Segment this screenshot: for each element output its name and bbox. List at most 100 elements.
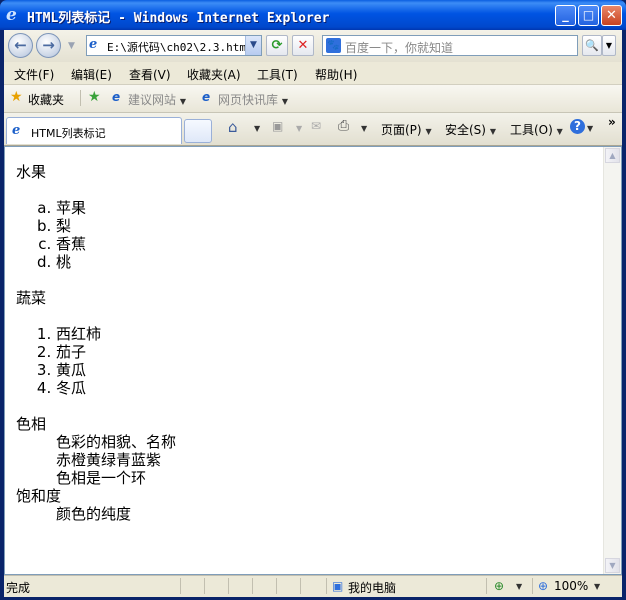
- tools-menu[interactable]: 工具(O) ▼: [510, 121, 563, 138]
- separator: [252, 578, 253, 594]
- definition-desc: 色相是一个环: [56, 469, 147, 487]
- separator: [486, 578, 487, 594]
- rendered-page: 水果 苹果 梨 香蕉 桃 蔬菜 西红柿 茄子 黄瓜 冬瓜 色相 色彩的相貌、名称: [16, 163, 596, 523]
- computer-icon: ▣: [332, 579, 344, 593]
- mail-icon[interactable]: ✉: [311, 119, 321, 133]
- url-field[interactable]: e E:\源代码\ch02\2.3.html ▼: [86, 35, 262, 56]
- zoom-level[interactable]: 100%: [554, 579, 588, 593]
- print-dropdown-icon[interactable]: ▼: [361, 124, 367, 133]
- stop-button[interactable]: ✕: [292, 35, 314, 56]
- definition-desc: 色彩的相貌、名称: [56, 433, 177, 451]
- definition-term: 饱和度: [16, 487, 62, 505]
- tab-bar: e HTML列表标记 ⌂ ▼ ▣ ▼ ✉ ⎙ ▼ 页面(P) ▼ 安全(S) ▼…: [4, 113, 622, 146]
- new-tab-button[interactable]: [184, 119, 212, 143]
- print-icon[interactable]: ⎙: [338, 118, 349, 134]
- home-dropdown-icon[interactable]: ▼: [254, 124, 260, 133]
- search-placeholder: 百度一下，你就知道: [345, 41, 454, 55]
- forward-button[interactable]: →: [36, 33, 61, 58]
- separator: [180, 578, 181, 594]
- ie-window: e HTML列表标记 - Windows Internet Explorer _…: [0, 0, 626, 600]
- list-item: 西红柿: [56, 325, 596, 343]
- separator: [228, 578, 229, 594]
- close-button[interactable]: ✕: [601, 5, 622, 26]
- vertical-scrollbar[interactable]: ▲ ▼: [603, 147, 621, 574]
- chevron-down-icon: ▼: [281, 97, 288, 106]
- safety-menu-label: 安全(S): [445, 123, 486, 137]
- tab-current[interactable]: e HTML列表标记: [6, 117, 182, 144]
- suggested-sites-link[interactable]: 建议网站 ▼: [128, 91, 186, 108]
- list-item: 桃: [56, 253, 596, 271]
- home-icon[interactable]: ⌂: [228, 118, 238, 136]
- url-text: E:\源代码\ch02\2.3.html: [107, 41, 253, 54]
- list-item: 梨: [56, 217, 596, 235]
- menu-view[interactable]: 查看(V): [129, 66, 171, 83]
- zone-text: 我的电脑: [348, 581, 397, 595]
- fruit-heading: 水果: [16, 163, 47, 181]
- chevron-down-icon: ▼: [489, 127, 496, 136]
- definition-term: 色相: [16, 415, 47, 433]
- chevron-down-icon: ▼: [556, 127, 563, 136]
- ie-page-icon: e: [202, 90, 211, 104]
- menu-favorites[interactable]: 收藏夹(A): [187, 66, 241, 83]
- back-button[interactable]: ←: [8, 33, 33, 58]
- status-bar: 完成 ▣ 我的电脑 ⊕ ▼ ⊕ 100% ▼: [4, 575, 622, 597]
- vegetable-heading: 蔬菜: [16, 289, 47, 307]
- suggested-sites-label: 建议网站: [128, 93, 177, 107]
- tools-menu-label: 工具(O): [510, 123, 553, 137]
- safety-menu[interactable]: 安全(S) ▼: [445, 121, 496, 138]
- scroll-down-icon[interactable]: ▼: [605, 558, 620, 573]
- list-item: 冬瓜: [56, 379, 596, 397]
- ie-page-icon: e: [12, 123, 21, 138]
- menu-file[interactable]: 文件(F): [14, 66, 54, 83]
- add-favorite-icon[interactable]: ★: [88, 89, 101, 105]
- web-slice-gallery-link[interactable]: 网页快讯库 ▼: [218, 91, 288, 108]
- zoom-dropdown-icon[interactable]: ▼: [594, 582, 600, 591]
- browser-frame: ← → ▼ e E:\源代码\ch02\2.3.html ▼ ⟳ ✕ 🐾 百度一…: [4, 30, 622, 597]
- vegetable-list: 西红柿 茄子 黄瓜 冬瓜: [16, 325, 596, 397]
- page-menu-label: 页面(P): [381, 123, 422, 137]
- feeds-icon[interactable]: ▣: [272, 119, 283, 133]
- feeds-dropdown-icon[interactable]: ▼: [296, 124, 302, 133]
- recent-pages-dropdown-icon[interactable]: ▼: [68, 41, 75, 51]
- menu-edit[interactable]: 编辑(E): [71, 66, 112, 83]
- help-dropdown-icon[interactable]: ▼: [587, 124, 593, 133]
- status-text: 完成: [6, 581, 31, 595]
- toolbar-overflow-icon[interactable]: »: [608, 115, 616, 129]
- tab-title: HTML列表标记: [31, 127, 106, 140]
- minimize-button[interactable]: _: [555, 5, 576, 26]
- page-icon: e: [89, 37, 98, 52]
- chevron-down-icon: ▼: [179, 97, 186, 106]
- page-menu[interactable]: 页面(P) ▼: [381, 121, 432, 138]
- list-item: 茄子: [56, 343, 596, 361]
- menu-tools[interactable]: 工具(T): [257, 66, 298, 83]
- help-icon[interactable]: ?: [570, 119, 585, 134]
- chevron-down-icon[interactable]: ▼: [516, 582, 522, 591]
- title-bar[interactable]: e HTML列表标记 - Windows Internet Explorer _…: [0, 0, 626, 30]
- search-field[interactable]: 🐾 百度一下，你就知道: [322, 35, 578, 56]
- chevron-down-icon: ▼: [425, 127, 432, 136]
- url-dropdown-icon[interactable]: ▼: [245, 36, 261, 55]
- definition-desc: 颜色的纯度: [56, 505, 132, 523]
- menu-bar: 文件(F) 编辑(E) 查看(V) 收藏夹(A) 工具(T) 帮助(H): [4, 62, 622, 85]
- scroll-up-icon[interactable]: ▲: [605, 148, 620, 163]
- definition-desc: 赤橙黄绿青蓝紫: [56, 451, 162, 469]
- favorites-button[interactable]: 收藏夹: [28, 91, 64, 108]
- definition-list: 色相 色彩的相貌、名称 赤橙黄绿青蓝紫 色相是一个环 饱和度 颜色的纯度: [16, 415, 596, 523]
- list-item: 黄瓜: [56, 361, 596, 379]
- favorites-star-icon: ★: [10, 89, 23, 105]
- refresh-button[interactable]: ⟳: [266, 35, 288, 56]
- zoom-icon: ⊕: [538, 579, 549, 593]
- ie-logo-icon: e: [6, 5, 17, 25]
- protected-mode-icon[interactable]: ⊕: [494, 579, 504, 593]
- ie-page-icon: e: [112, 90, 121, 104]
- search-icon[interactable]: 🔍: [582, 35, 602, 56]
- menu-help[interactable]: 帮助(H): [315, 66, 357, 83]
- separator: [532, 578, 533, 594]
- list-item: 苹果: [56, 199, 596, 217]
- fruit-list: 苹果 梨 香蕉 桃: [16, 199, 596, 271]
- address-bar: ← → ▼ e E:\源代码\ch02\2.3.html ▼ ⟳ ✕ 🐾 百度一…: [4, 30, 622, 62]
- window-title: HTML列表标记 - Windows Internet Explorer: [27, 11, 330, 26]
- maximize-button[interactable]: □: [578, 5, 599, 26]
- search-options-icon[interactable]: ▼: [602, 35, 616, 56]
- list-item: 香蕉: [56, 235, 596, 253]
